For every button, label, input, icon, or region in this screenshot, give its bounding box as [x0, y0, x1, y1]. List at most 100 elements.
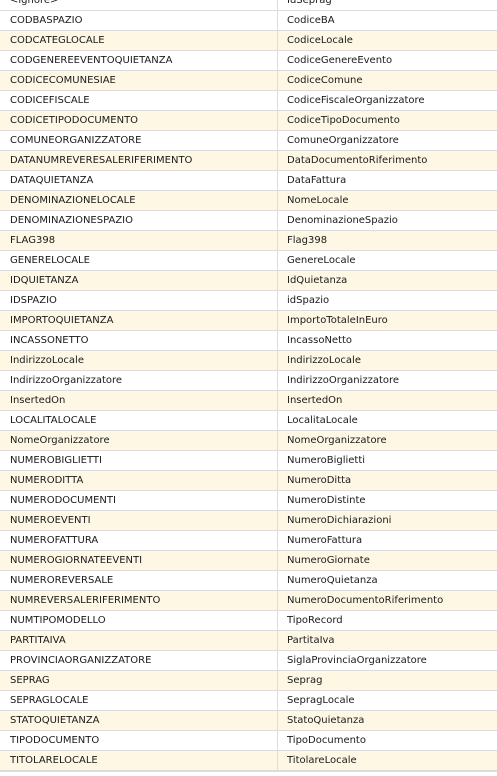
table-row[interactable]: TIPODOCUMENTO TipoDocumento [0, 731, 497, 751]
destination-column-cell[interactable]: NumeroFattura [278, 531, 497, 550]
source-column-cell[interactable]: InsertedOn [0, 391, 278, 410]
table-row[interactable]: IMPORTOQUIETANZA ImportoTotaleInEuro [0, 311, 497, 331]
source-column-cell[interactable]: IMPORTOQUIETANZA [0, 311, 278, 330]
destination-column-cell[interactable]: IncassoNetto [278, 331, 497, 350]
table-row[interactable]: SEPRAGLOCALE SepragLocale [0, 691, 497, 711]
destination-column-cell[interactable]: NumeroDitta [278, 471, 497, 490]
source-column-cell[interactable]: NUMERODOCUMENTI [0, 491, 278, 510]
destination-column-cell[interactable]: NomeOrganizzatore [278, 431, 497, 450]
destination-column-cell[interactable]: SepragLocale [278, 691, 497, 710]
source-column-cell[interactable]: DENOMINAZIONELOCALE [0, 191, 278, 210]
table-row[interactable]: NUMEROREVERSALE NumeroQuietanza [0, 571, 497, 591]
source-column-cell[interactable]: CODCATEGLOCALE [0, 31, 278, 50]
table-row[interactable]: TITOLARELOCALE TitolareLocale [0, 751, 497, 771]
table-row[interactable]: CODICECOMUNESIAE CodiceComune [0, 71, 497, 91]
table-row[interactable]: IndirizzoLocale IndirizzoLocale [0, 351, 497, 371]
destination-column-cell[interactable]: TitolareLocale [278, 751, 497, 770]
destination-column-cell[interactable]: NomeLocale [278, 191, 497, 210]
source-column-cell[interactable]: LOCALITALOCALE [0, 411, 278, 430]
source-column-cell[interactable]: NUMREVERSALERIFERIMENTO [0, 591, 278, 610]
source-column-cell[interactable]: TITOLARELOCALE [0, 751, 278, 770]
source-column-cell[interactable]: SEPRAG [0, 671, 278, 690]
destination-column-cell[interactable]: ImportoTotaleInEuro [278, 311, 497, 330]
table-row[interactable]: CODCATEGLOCALE CodiceLocale [0, 31, 497, 51]
source-column-cell[interactable]: NUMTIPOMODELLO [0, 611, 278, 630]
destination-column-cell[interactable]: Seprag [278, 671, 497, 690]
source-column-cell[interactable]: NUMEROGIORNATEEVENTI [0, 551, 278, 570]
table-row[interactable]: <ignore> IdSeprag [0, 0, 497, 11]
table-row[interactable]: NUMERODITTA NumeroDitta [0, 471, 497, 491]
source-column-cell[interactable]: <ignore> [0, 0, 278, 10]
table-row[interactable]: GENERELOCALE GenereLocale [0, 251, 497, 271]
source-column-cell[interactable]: PARTITAIVA [0, 631, 278, 650]
source-column-cell[interactable]: TIPODOCUMENTO [0, 731, 278, 750]
source-column-cell[interactable]: CODBASPAZIO [0, 11, 278, 30]
destination-column-cell[interactable]: TipoDocumento [278, 731, 497, 750]
table-row[interactable]: INCASSONETTO IncassoNetto [0, 331, 497, 351]
source-column-cell[interactable]: IDSPAZIO [0, 291, 278, 310]
destination-column-cell[interactable]: Flag398 [278, 231, 497, 250]
destination-column-cell[interactable]: ComuneOrganizzatore [278, 131, 497, 150]
table-row[interactable]: NUMEROGIORNATEEVENTI NumeroGiornate [0, 551, 497, 571]
destination-column-cell[interactable]: SiglaProvinciaOrganizzatore [278, 651, 497, 670]
source-column-cell[interactable]: CODICEFISCALE [0, 91, 278, 110]
table-row[interactable]: SEPRAG Seprag [0, 671, 497, 691]
destination-column-cell[interactable]: PartitaIva [278, 631, 497, 650]
source-column-cell[interactable]: DATAQUIETANZA [0, 171, 278, 190]
destination-column-cell[interactable]: StatoQuietanza [278, 711, 497, 730]
destination-column-cell[interactable]: NumeroDocumentoRiferimento [278, 591, 497, 610]
source-column-cell[interactable]: NomeOrganizzatore [0, 431, 278, 450]
source-column-cell[interactable]: GENERELOCALE [0, 251, 278, 270]
source-column-cell[interactable]: IndirizzoOrganizzatore [0, 371, 278, 390]
destination-column-cell[interactable]: IndirizzoOrganizzatore [278, 371, 497, 390]
table-row[interactable]: NUMEROFATTURA NumeroFattura [0, 531, 497, 551]
table-row[interactable]: DENOMINAZIONESPAZIO DenominazioneSpazio [0, 211, 497, 231]
source-column-cell[interactable]: NUMEROEVENTI [0, 511, 278, 530]
table-row[interactable]: NUMTIPOMODELLO TipoRecord [0, 611, 497, 631]
table-row[interactable]: CODBASPAZIO CodiceBA [0, 11, 497, 31]
destination-column-cell[interactable]: IdQuietanza [278, 271, 497, 290]
destination-column-cell[interactable]: CodiceComune [278, 71, 497, 90]
source-column-cell[interactable]: CODICECOMUNESIAE [0, 71, 278, 90]
table-row[interactable]: LOCALITALOCALE LocalitaLocale [0, 411, 497, 431]
destination-column-cell[interactable]: TipoRecord [278, 611, 497, 630]
table-row[interactable]: FLAG398 Flag398 [0, 231, 497, 251]
table-row[interactable]: InsertedOn InsertedOn [0, 391, 497, 411]
table-row[interactable]: CODICETIPODOCUMENTO CodiceTipoDocumento [0, 111, 497, 131]
table-row[interactable]: IndirizzoOrganizzatore IndirizzoOrganizza… [0, 371, 497, 391]
table-row[interactable]: CODICEFISCALE CodiceFiscaleOrganizzatore [0, 91, 497, 111]
source-column-cell[interactable]: COMUNEORGANIZZATORE [0, 131, 278, 150]
source-column-cell[interactable]: DENOMINAZIONESPAZIO [0, 211, 278, 230]
destination-column-cell[interactable]: CodiceGenereEvento [278, 51, 497, 70]
destination-column-cell[interactable]: NumeroGiornate [278, 551, 497, 570]
table-row[interactable]: COMUNEORGANIZZATORE ComuneOrganizzatore [0, 131, 497, 151]
table-row[interactable]: PROVINCIAORGANIZZATORE SiglaProvinciaOrga… [0, 651, 497, 671]
source-column-cell[interactable]: FLAG398 [0, 231, 278, 250]
destination-column-cell[interactable]: CodiceBA [278, 11, 497, 30]
destination-column-cell[interactable]: NumeroDichiarazioni [278, 511, 497, 530]
destination-column-cell[interactable]: CodiceLocale [278, 31, 497, 50]
source-column-cell[interactable]: NUMEROFATTURA [0, 531, 278, 550]
source-column-cell[interactable]: IDQUIETANZA [0, 271, 278, 290]
destination-column-cell[interactable]: GenereLocale [278, 251, 497, 270]
table-row[interactable]: NomeOrganizzatore NomeOrganizzatore [0, 431, 497, 451]
destination-column-cell[interactable]: NumeroDistinte [278, 491, 497, 510]
destination-column-cell[interactable]: IdSeprag [278, 0, 497, 10]
destination-column-cell[interactable]: NumeroBiglietti [278, 451, 497, 470]
table-row[interactable]: NUMEROBIGLIETTI NumeroBiglietti [0, 451, 497, 471]
destination-column-cell[interactable]: LocalitaLocale [278, 411, 497, 430]
table-row[interactable]: IDQUIETANZA IdQuietanza [0, 271, 497, 291]
source-column-cell[interactable]: NUMEROREVERSALE [0, 571, 278, 590]
source-column-cell[interactable]: NUMEROBIGLIETTI [0, 451, 278, 470]
source-column-cell[interactable]: IndirizzoLocale [0, 351, 278, 370]
destination-column-cell[interactable]: DataFattura [278, 171, 497, 190]
table-row[interactable]: STATOQUIETANZA StatoQuietanza [0, 711, 497, 731]
destination-column-cell[interactable]: idSpazio [278, 291, 497, 310]
destination-column-cell[interactable]: IndirizzoLocale [278, 351, 497, 370]
table-row[interactable]: PARTITAIVA PartitaIva [0, 631, 497, 651]
destination-column-cell[interactable]: NumeroQuietanza [278, 571, 497, 590]
source-column-cell[interactable]: DATANUMREVERESALERIFERIMENTO [0, 151, 278, 170]
table-row[interactable]: NUMEROEVENTI NumeroDichiarazioni [0, 511, 497, 531]
table-row[interactable]: DATANUMREVERESALERIFERIMENTO DataDocument… [0, 151, 497, 171]
source-column-cell[interactable]: INCASSONETTO [0, 331, 278, 350]
